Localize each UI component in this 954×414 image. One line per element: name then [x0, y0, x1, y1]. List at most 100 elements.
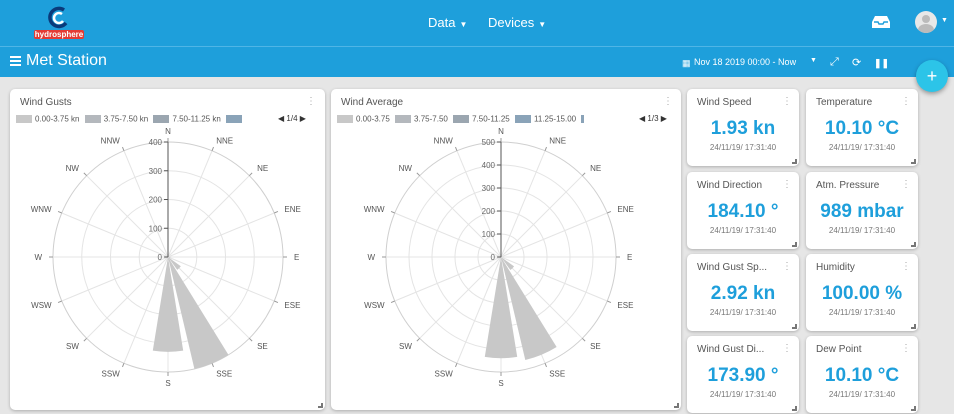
page-prev-icon[interactable]: ◀	[278, 114, 284, 123]
kebab-icon[interactable]: ⋮	[901, 261, 911, 272]
grid-spoke	[167, 175, 250, 258]
direction-tick	[83, 337, 88, 342]
legend-swatch[interactable]	[395, 114, 412, 123]
grid-spoke	[86, 256, 169, 339]
direction-label: SE	[257, 342, 268, 351]
kebab-icon[interactable]: ⋮	[782, 179, 792, 190]
direction-label: S	[498, 379, 503, 388]
legend-item[interactable]: 7.50-11.25 kn	[172, 114, 220, 123]
legend-swatch[interactable]	[337, 114, 353, 123]
direction-tick	[83, 172, 88, 177]
add-widget-button[interactable]: +	[916, 60, 948, 92]
kebab-icon[interactable]: ⋮	[782, 261, 792, 272]
direction-tick	[121, 363, 125, 368]
nav-devices-label: Devices	[488, 15, 535, 30]
kebab-icon[interactable]: ⋮	[663, 96, 673, 107]
page-next-icon[interactable]: ▶	[661, 114, 667, 123]
nav-devices-menu[interactable]: Devices ▼	[488, 15, 546, 30]
tile-value: 1.93 kn	[710, 118, 776, 139]
legend-item[interactable]: 0.00-3.75 kn	[35, 114, 79, 123]
resize-handle-icon[interactable]	[792, 406, 797, 411]
tile-title: Wind Gust Sp...	[697, 262, 768, 273]
radial-tick-label: 0	[491, 253, 496, 262]
wind-wedge-s[interactable]	[152, 257, 184, 352]
card-title: Wind Gusts	[20, 97, 72, 108]
legend-item[interactable]: 11.25-15.00	[534, 114, 576, 123]
wind-gusts-card: Wind Gusts ⋮ 0.00-3.75 kn 3.75-7.50 kn 7…	[10, 89, 325, 410]
card-title: Wind Average	[341, 97, 404, 108]
direction-label: SW	[66, 342, 79, 351]
calendar-icon[interactable]: ▦	[682, 58, 691, 69]
resize-handle-icon[interactable]	[318, 403, 323, 408]
pause-icon[interactable]: ❚❚	[874, 58, 889, 69]
kebab-icon[interactable]: ⋮	[782, 343, 792, 354]
kebab-icon[interactable]: ⋮	[901, 343, 911, 354]
resize-handle-icon[interactable]	[792, 242, 797, 247]
resize-handle-icon[interactable]	[792, 159, 797, 164]
resize-handle-icon[interactable]	[911, 406, 916, 411]
wind-gust-direction-tile: Wind Gust Di... ⋮ 173.90 ° 24/11/19/ 17:31:…	[687, 336, 799, 413]
wind-wedge-s[interactable]	[484, 257, 518, 359]
avatar[interactable]	[915, 11, 937, 33]
tile-title: Wind Speed	[697, 97, 752, 108]
resize-handle-icon[interactable]	[674, 403, 679, 408]
kebab-icon[interactable]: ⋮	[782, 96, 792, 107]
direction-tick	[607, 210, 612, 214]
radial-tick-label: 100	[482, 230, 496, 239]
direction-tick	[581, 172, 586, 177]
tile-timestamp: 24/11/19/ 17:31:40	[709, 143, 777, 152]
expand-icon[interactable]: ⤢	[830, 56, 839, 69]
direction-label: NE	[590, 164, 601, 173]
direction-label: NNE	[549, 137, 566, 146]
inbox-icon[interactable]	[872, 15, 890, 29]
page-next-icon[interactable]: ▶	[300, 114, 306, 123]
date-range-picker[interactable]: Nov 18 2019 00:00 - Now	[694, 57, 796, 67]
legend-item[interactable]: 3.75-7.50 kn	[104, 114, 148, 123]
wind-direction-tile: Wind Direction ⋮ 184.10 ° 24/11/19/ 17:31:4…	[687, 172, 799, 249]
direction-label: E	[627, 253, 632, 262]
tile-value: 100.00 %	[821, 283, 903, 304]
radial-tick-label: 400	[482, 161, 496, 170]
direction-label: S	[165, 379, 170, 388]
resize-handle-icon[interactable]	[911, 324, 916, 329]
direction-label: NNW	[101, 137, 121, 146]
refresh-icon[interactable]: ⟳	[852, 56, 861, 69]
chevron-down-icon[interactable]: ▼	[810, 57, 817, 64]
resize-handle-icon[interactable]	[911, 242, 916, 247]
direction-label: SSW	[102, 369, 121, 378]
direction-label: NNW	[434, 137, 454, 146]
chevron-down-icon[interactable]: ▼	[941, 17, 948, 24]
tile-timestamp: 24/11/19/ 17:31:40	[828, 143, 896, 152]
direction-tick	[607, 300, 612, 304]
page-title: Met Station	[26, 52, 107, 69]
menu-icon[interactable]	[10, 56, 21, 66]
legend-swatch[interactable]	[84, 114, 101, 123]
legend-item[interactable]: 0.00-3.75	[356, 114, 390, 123]
direction-label: ENE	[617, 205, 633, 214]
kebab-icon[interactable]: ⋮	[306, 96, 316, 107]
legend-item[interactable]: 7.50-11.25	[472, 114, 510, 123]
resize-handle-icon[interactable]	[792, 324, 797, 329]
legend-swatch[interactable]	[515, 114, 531, 123]
tile-title: Temperature	[816, 97, 873, 108]
kebab-icon[interactable]: ⋮	[901, 179, 911, 190]
kebab-icon[interactable]: ⋮	[901, 96, 911, 107]
radial-tick-label: 200	[149, 196, 163, 205]
humidity-tile: Humidity ⋮ 100.00 % 24/11/19/ 17:31:40	[806, 254, 918, 331]
page-prev-icon[interactable]: ◀	[639, 114, 645, 123]
direction-label: SE	[590, 342, 601, 351]
legend-pager: ◀ 1/3 ▶	[639, 114, 667, 123]
legend-item[interactable]: 3.75-7.50	[414, 114, 448, 123]
legend-swatch[interactable]	[226, 114, 243, 123]
legend-swatch[interactable]	[581, 114, 585, 123]
nav-data-menu[interactable]: Data ▼	[428, 15, 467, 30]
legend-swatch[interactable]	[16, 114, 32, 123]
direction-tick	[544, 363, 548, 368]
direction-tick	[416, 337, 421, 342]
resize-handle-icon[interactable]	[911, 159, 916, 164]
direction-label: SW	[399, 342, 412, 351]
hydrosphere-logo[interactable]: hydrosphere	[34, 6, 84, 40]
legend-swatch[interactable]	[453, 114, 470, 123]
legend-swatch[interactable]	[153, 114, 170, 123]
direction-tick	[274, 300, 279, 304]
